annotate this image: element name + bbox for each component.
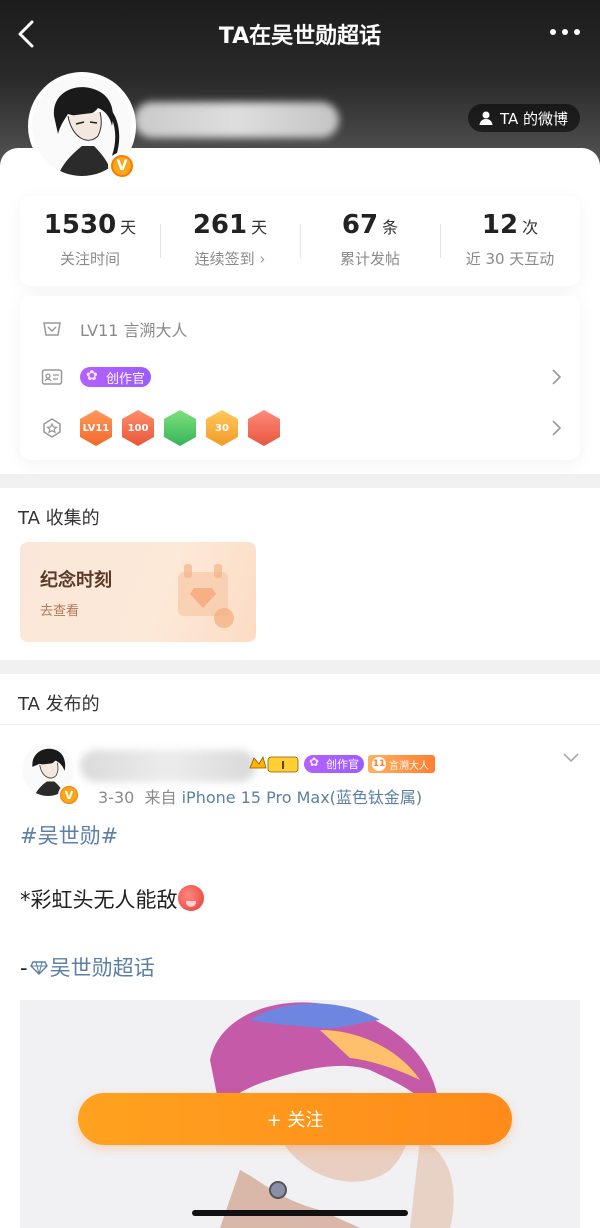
page-title: TA在吴世勋超话 bbox=[218, 24, 382, 49]
weibo-profile-button[interactable]: TA 的微博 bbox=[467, 104, 580, 132]
medal-list: LV11 100 30 bbox=[80, 410, 280, 446]
diamond-icon bbox=[29, 961, 48, 975]
identity-row[interactable]: 创作官 bbox=[40, 362, 562, 392]
username-blurred bbox=[134, 102, 339, 138]
chevron-down-icon[interactable] bbox=[562, 752, 580, 764]
stat-number: 12 bbox=[481, 210, 519, 240]
stat-unit: 次 bbox=[522, 218, 539, 237]
chevron-right-icon: › bbox=[259, 250, 266, 268]
medal-heart bbox=[248, 410, 280, 446]
post-supertopic: - 吴世勋超话 bbox=[20, 952, 155, 982]
crown-badge-icon: I bbox=[249, 755, 299, 773]
home-indicator bbox=[192, 1210, 408, 1216]
medal-icon bbox=[43, 418, 61, 438]
memory-card[interactable]: 纪念时刻 去查看 bbox=[20, 542, 256, 642]
medal-level: LV11 bbox=[80, 410, 112, 446]
stat-label: 累计发帖 bbox=[339, 250, 400, 268]
stat-unit: 天 bbox=[251, 218, 268, 237]
stat-unit: 条 bbox=[382, 218, 399, 237]
stats-panel: 1530 天 关注时间 261 天 连续签到 › 67 条 累计发帖 12 次 近 30… bbox=[20, 196, 580, 286]
more-icon[interactable] bbox=[548, 22, 582, 42]
info-panel: LV11 言溯大人 创作官 LV11 100 30 bbox=[20, 296, 580, 460]
level-badge-num: 11 bbox=[372, 757, 386, 771]
chevron-right-icon bbox=[552, 420, 562, 436]
follow-button[interactable]: + 关注 bbox=[78, 1093, 512, 1145]
medal-green bbox=[164, 410, 196, 446]
level-crown-icon bbox=[43, 322, 61, 336]
stat-label: 近 30 天互动 bbox=[465, 250, 555, 268]
post-meta: 3-30 来自 iPhone 15 Pro Max(蓝色钛金属) bbox=[98, 784, 422, 808]
medal-100: 100 bbox=[122, 410, 154, 446]
post-text-body: *彩虹头无人能敌 bbox=[20, 888, 178, 912]
level-row: LV11 言溯大人 bbox=[40, 314, 562, 344]
divider bbox=[0, 724, 600, 725]
post-verified-icon: V bbox=[58, 784, 80, 806]
collected-title: TA 收集的 bbox=[18, 508, 100, 529]
calendar-illustration-icon bbox=[178, 564, 234, 628]
user-icon bbox=[479, 111, 493, 125]
stat-checkin-days[interactable]: 261 天 连续签到 › bbox=[160, 196, 300, 286]
post-creator-badge: 创作官 bbox=[304, 755, 364, 773]
supertopic-link[interactable]: 吴世勋超话 bbox=[50, 956, 155, 980]
hot-face-icon bbox=[177, 885, 204, 911]
stat-number: 1530 bbox=[43, 210, 117, 240]
memory-card-title: 纪念时刻 bbox=[40, 570, 112, 591]
creator-badge: 创作官 bbox=[80, 367, 152, 387]
stat-number: 261 bbox=[192, 210, 248, 240]
stat-number: 67 bbox=[341, 210, 379, 240]
memory-card-link: 去查看 bbox=[40, 604, 80, 619]
crown-badge-level: I bbox=[281, 759, 285, 772]
stat-posts: 67 条 累计发帖 bbox=[300, 196, 440, 286]
medals-row[interactable]: LV11 100 30 bbox=[40, 408, 562, 448]
post-from: 来自 bbox=[144, 788, 177, 807]
post-level-badge: 11 言溯大人 bbox=[368, 755, 435, 773]
post-username-blurred bbox=[80, 750, 256, 782]
medal-30: 30 bbox=[206, 410, 238, 446]
post-topic-link[interactable]: #吴世勋# bbox=[20, 820, 118, 850]
level-text: LV11 言溯大人 bbox=[80, 321, 188, 340]
posts-title: TA 发布的 bbox=[18, 694, 100, 715]
stat-label: 关注时间 bbox=[59, 250, 120, 268]
verified-icon: V bbox=[108, 152, 136, 180]
stat-unit: 天 bbox=[120, 218, 137, 237]
post-device[interactable]: iPhone 15 Pro Max(蓝色钛金属) bbox=[182, 788, 423, 807]
stat-follow-days: 1530 天 关注时间 bbox=[20, 196, 160, 286]
post-date: 3-30 bbox=[98, 788, 135, 807]
stat-label: 连续签到 bbox=[194, 250, 255, 268]
stat-interactions: 12 次 近 30 天互动 bbox=[440, 196, 580, 286]
post-text: *彩虹头无人能敌 bbox=[20, 884, 204, 914]
weibo-profile-label: TA 的微博 bbox=[499, 109, 568, 128]
chevron-right-icon bbox=[552, 369, 562, 385]
level-badge-title: 言溯大人 bbox=[389, 760, 429, 772]
post-badges: I 创作官 11言溯大人 bbox=[248, 754, 435, 774]
post-dash: - bbox=[20, 956, 28, 980]
id-card-icon bbox=[41, 369, 63, 385]
